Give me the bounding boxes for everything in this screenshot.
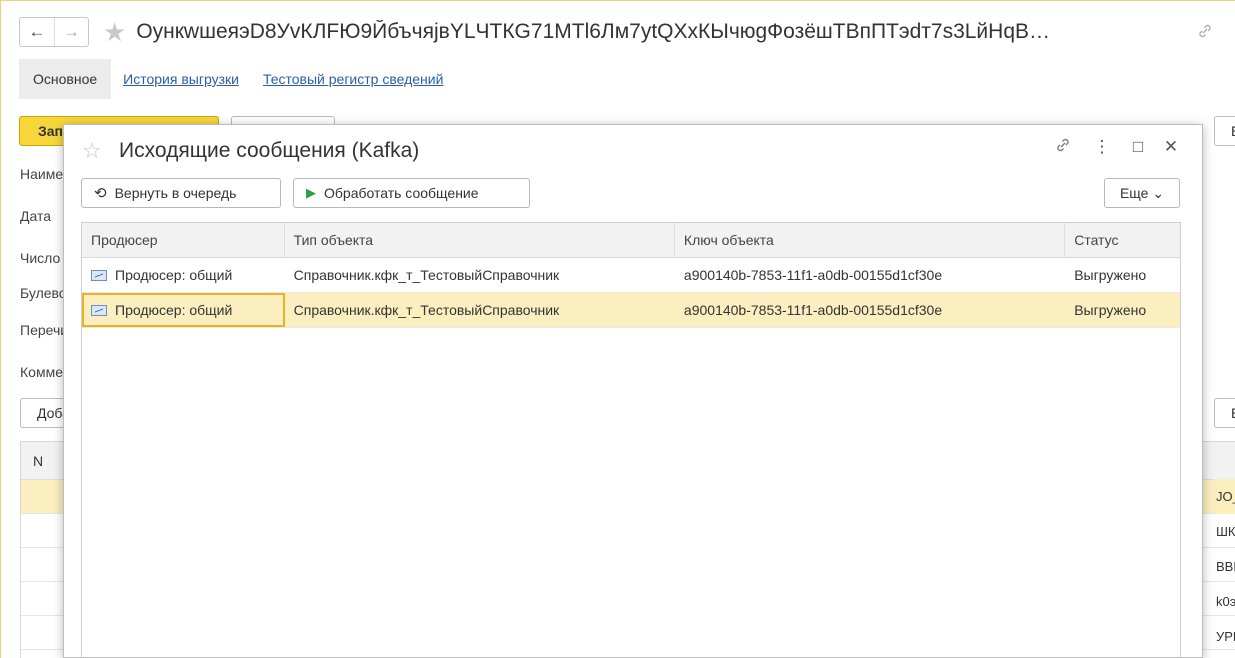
table-cell[interactable]: ВВЬ: [1214, 549, 1235, 584]
tab-upload-history[interactable]: История выгрузки: [111, 59, 251, 99]
dialog-header: ☆ Исходящие сообщения (Kafka) ⋮ □ ✕: [64, 125, 1202, 175]
column-header-object-key[interactable]: Ключ объекта: [675, 223, 1066, 258]
column-header-object-type[interactable]: Тип объекта: [285, 223, 675, 258]
requeue-button-label: Вернуть в очередь: [114, 185, 237, 201]
message-icon: [91, 269, 107, 281]
table-row[interactable]: Продюсер: общий Справочник.кфк_т_Тестовы…: [82, 258, 1180, 293]
close-icon[interactable]: ✕: [1160, 137, 1182, 157]
field-label-comment: Комментарий: [20, 364, 64, 380]
producer-cell[interactable]: Продюсер: общий: [82, 258, 285, 292]
more-button[interactable]: Еще ⌄: [1104, 178, 1180, 208]
maximize-icon[interactable]: □: [1127, 137, 1149, 157]
producer-cell[interactable]: Продюсер: общий: [82, 293, 285, 327]
link-icon[interactable]: [1197, 23, 1213, 44]
outgoing-messages-dialog: ☆ Исходящие сообщения (Kafka) ⋮ □ ✕ ⟲ Ве…: [63, 124, 1203, 658]
play-icon: ▶: [306, 185, 316, 200]
form-title-row: ← → ★ ОункwшеяэD8УvКЛFЮ9ЙбъчяjвYLЧТКG71M…: [19, 13, 1121, 51]
table-right-button[interactable]: Е: [1214, 398, 1235, 428]
form-right-button[interactable]: Е: [1214, 116, 1235, 146]
messages-table-header: Продюсер Тип объекта Ключ объекта Статус: [82, 223, 1180, 258]
table-cell[interactable]: ШКЦ: [1214, 514, 1235, 549]
undo-icon: ⟲: [94, 185, 107, 202]
form-title: ОункwшеяэD8УvКЛFЮ9ЙбъчяjвYLЧТКG71MTl6Лм7…: [136, 20, 1051, 43]
field-label-date: Дата: [20, 208, 52, 224]
dialog-link-icon[interactable]: [1052, 137, 1074, 158]
link-chain-icon: [1057, 138, 1069, 152]
field-label-number: Число: [20, 250, 61, 266]
producer-text: Продюсер: общий: [115, 267, 233, 283]
more-menu-icon[interactable]: ⋮: [1091, 137, 1113, 157]
status-cell[interactable]: Выгружено: [1065, 293, 1180, 327]
requeue-button[interactable]: ⟲ Вернуть в очередь: [81, 178, 281, 208]
column-header-status[interactable]: Статус: [1065, 223, 1180, 258]
link-chain-icon: [1199, 24, 1211, 38]
navigation-buttons: ← →: [19, 17, 89, 47]
process-message-button-label: Обработать сообщение: [324, 185, 479, 201]
table-cell[interactable]: УРНс: [1214, 619, 1235, 654]
table-cell[interactable]: JO_U: [1214, 479, 1235, 514]
table-row[interactable]: Продюсер: общий Справочник.кфк_т_Тестовы…: [82, 293, 1180, 328]
form-tabs: Основное История выгрузки Тестовый регис…: [19, 59, 455, 99]
field-label-name: Наименование: [20, 166, 64, 182]
column-header-producer[interactable]: Продюсер: [82, 223, 285, 258]
status-cell[interactable]: Выгружено: [1065, 258, 1180, 292]
object-key-cell[interactable]: a900140b-7853-11f1-a0db-00155d1cf30e: [675, 293, 1065, 327]
messages-table: Продюсер Тип объекта Ключ объекта Статус…: [81, 222, 1181, 658]
message-icon: [91, 304, 107, 316]
tab-main[interactable]: Основное: [19, 59, 112, 99]
object-type-cell[interactable]: Справочник.кфк_т_ТестовыйСправочник: [285, 258, 675, 292]
object-type-cell[interactable]: Справочник.кфк_т_ТестовыйСправочник: [285, 293, 675, 327]
favorite-star-outline-icon[interactable]: ☆: [82, 138, 102, 164]
field-label-enum: Перечисление: [20, 322, 64, 338]
dialog-title: Исходящие сообщения (Kafka): [119, 139, 420, 162]
form-table-right-cells: JO_U ШКЦ ВВЬ k0эvl УРНс: [1214, 479, 1235, 654]
object-key-cell[interactable]: a900140b-7853-11f1-a0db-00155d1cf30e: [675, 258, 1065, 292]
field-label-boolean: Булево: [20, 285, 64, 301]
favorite-star-icon[interactable]: ★: [103, 19, 126, 45]
table-cell[interactable]: k0эvl: [1214, 584, 1235, 619]
back-arrow-icon[interactable]: ←: [20, 18, 54, 46]
process-message-button[interactable]: ▶ Обработать сообщение: [293, 178, 530, 208]
forward-arrow-icon[interactable]: →: [54, 18, 88, 46]
tab-test-register[interactable]: Тестовый регистр сведений: [251, 59, 455, 99]
producer-text: Продюсер: общий: [115, 302, 233, 318]
